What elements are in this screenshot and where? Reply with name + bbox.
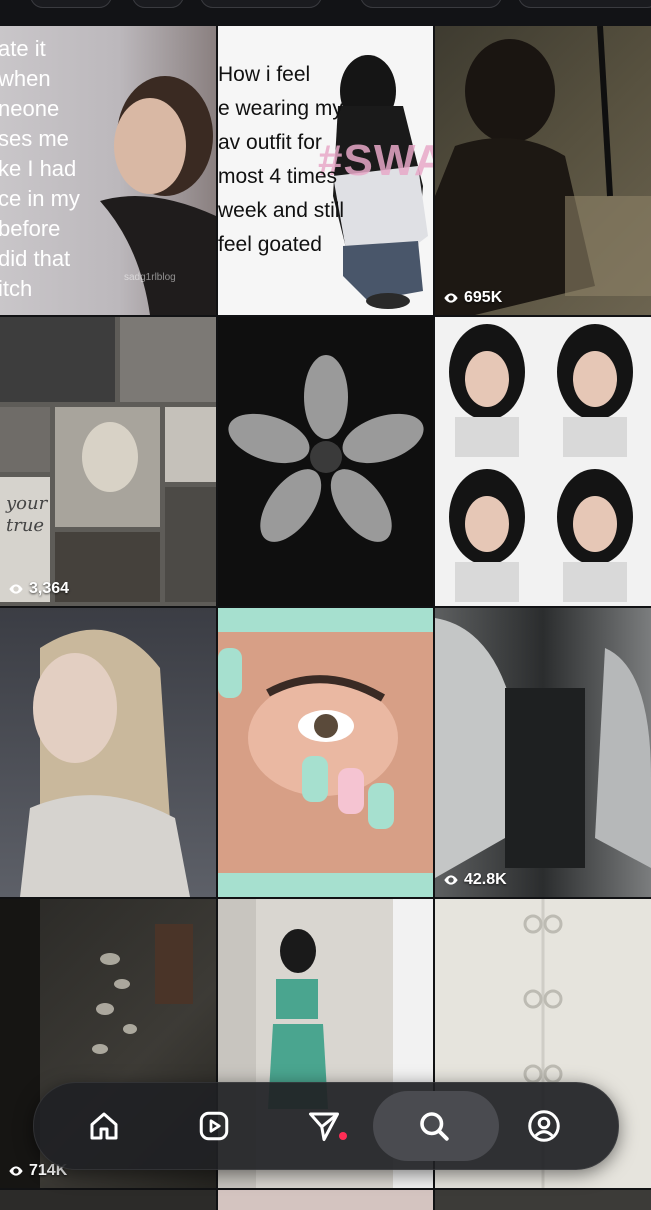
view-count: 42.8K <box>443 871 507 889</box>
reels-icon <box>199 1111 229 1141</box>
filter-chip[interactable] <box>200 0 322 8</box>
filter-chip[interactable] <box>132 0 184 8</box>
grid-post-piano-girl[interactable]: 695K <box>435 26 651 315</box>
handwriting-note: your true <box>6 493 48 536</box>
explore-top-chips <box>0 0 651 26</box>
grid-post-flower[interactable] <box>218 317 433 606</box>
grid-post-moodboard[interactable]: your true 3,364 <box>0 317 216 606</box>
post-image <box>435 618 651 878</box>
nav-explore-button[interactable] <box>373 1083 499 1169</box>
grid-post-partial[interactable] <box>435 1190 651 1210</box>
nav-home-button[interactable] <box>49 1083 159 1169</box>
nav-profile-button[interactable] <box>489 1083 599 1169</box>
post-image <box>228 355 424 542</box>
profile-icon <box>528 1110 560 1142</box>
grid-post-partial[interactable] <box>0 1190 216 1210</box>
grid-post-blonde-profile[interactable] <box>0 608 216 897</box>
grid-post-collage-girl[interactable] <box>435 317 651 606</box>
home-icon <box>90 1112 118 1140</box>
post-image <box>449 324 633 602</box>
post-image <box>20 629 190 897</box>
filter-chip[interactable] <box>518 0 651 8</box>
eye-icon <box>444 875 458 885</box>
grid-post-meme-woman[interactable]: ate it when neone ses me ke I had ce in … <box>0 26 216 315</box>
meme-caption: How i feel e wearing my av outfit for mo… <box>218 63 345 256</box>
post-image <box>435 26 651 315</box>
grid-post-swag[interactable]: #SWAG How i feel e wearing my av outfit … <box>218 26 433 315</box>
bottom-nav-bar <box>33 1082 619 1170</box>
eye-icon <box>444 293 458 303</box>
nav-reels-button[interactable] <box>159 1083 269 1169</box>
post-image <box>0 317 216 602</box>
nav-messages-button[interactable] <box>269 1083 379 1169</box>
grid-post-angel-statues[interactable]: 42.8K <box>435 608 651 897</box>
grid-post-partial[interactable] <box>218 1190 433 1210</box>
filter-chip[interactable] <box>30 0 112 8</box>
search-icon <box>420 1112 449 1141</box>
eye-icon <box>9 1166 23 1176</box>
meme-caption: ate it when neone ses me ke I had ce in … <box>0 36 80 301</box>
eye-icon <box>9 584 23 594</box>
view-count: 3,364 <box>8 580 69 598</box>
post-image <box>218 608 433 897</box>
send-icon <box>309 1112 339 1141</box>
watermark: sadg1rlblog <box>124 272 176 283</box>
notification-dot <box>339 1132 347 1140</box>
grid-post-mint-nails[interactable] <box>218 608 433 897</box>
filter-chip[interactable] <box>360 0 502 8</box>
view-count: 695K <box>443 289 502 307</box>
